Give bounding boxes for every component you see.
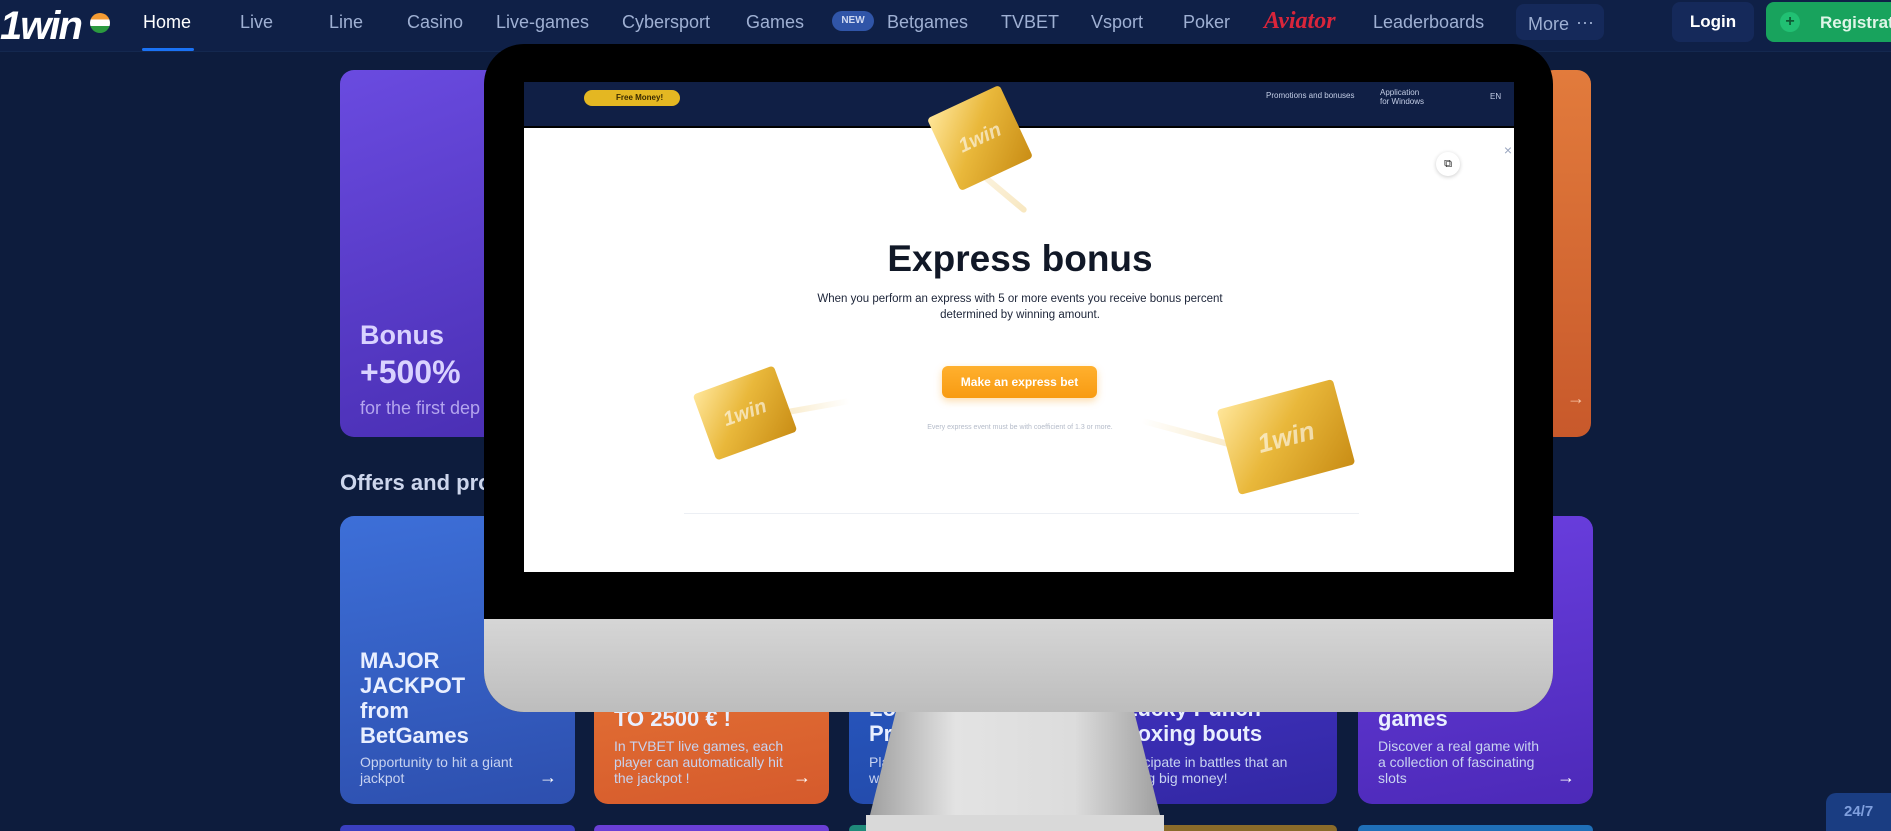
arrow-right-icon: → (1557, 767, 1575, 787)
nav-cybersport[interactable]: Cybersport (622, 12, 710, 33)
nav-home[interactable]: Home (143, 12, 191, 33)
monitor-stand (866, 712, 1164, 831)
india-flag-icon[interactable] (90, 13, 110, 33)
nav-casino[interactable]: Casino (407, 12, 463, 33)
active-tab-indicator (142, 48, 194, 51)
arrow-right-icon: → (1567, 388, 1585, 408)
nav-leaderboards[interactable]: Leaderboards (1373, 12, 1484, 33)
offers-section-title: Offers and pro (340, 470, 492, 495)
modal-screen (524, 128, 1514, 572)
plus-icon: + (1780, 12, 1800, 32)
promo-subtitle: Opportunity to hit a giant jackpot (360, 754, 513, 786)
login-button[interactable]: Login (1672, 2, 1754, 42)
free-money-chip[interactable]: Free Money! (584, 90, 680, 106)
nav-betgames[interactable]: Betgames (887, 12, 968, 33)
nav-vsport[interactable]: Vsport (1091, 12, 1143, 33)
bonus-banner[interactable]: Bonus +500% for the first dep (340, 70, 500, 437)
close-icon[interactable]: × (1500, 142, 1516, 158)
nav-live-games[interactable]: Live-games (496, 12, 589, 33)
inner-site-header: Free Money! Promotions and bonuses Appli… (524, 82, 1514, 126)
next-row-card[interactable] (594, 825, 829, 831)
registration-button[interactable]: + Registration (1766, 2, 1891, 42)
more-button[interactable]: More ··· (1516, 4, 1604, 40)
nav-games[interactable]: Games (746, 12, 804, 33)
nav-poker[interactable]: Poker (1183, 12, 1230, 33)
nav-live[interactable]: Live (240, 12, 273, 33)
modal-divider (684, 513, 1359, 514)
modal-title: Express bonus (887, 238, 1153, 279)
modal-footnote: Every express event must be with coeffic… (927, 424, 1113, 431)
promo-subtitle: Discover a real game with a collection o… (1378, 738, 1540, 786)
inner-language-selector[interactable]: EN (1490, 92, 1501, 101)
nav-line[interactable]: Line (329, 12, 363, 33)
arrow-right-icon: → (793, 767, 811, 787)
promo-subtitle: In TVBET live games, each player can aut… (614, 738, 784, 786)
nav-tvbet[interactable]: TVBET (1001, 12, 1059, 33)
monitor-stand-foot (866, 815, 1164, 831)
next-row-card[interactable] (340, 825, 575, 831)
support-chat-button[interactable]: 24/7 (1826, 793, 1891, 831)
inner-promotions-link[interactable]: Promotions and bonuses (1266, 91, 1355, 100)
new-badge: NEW (832, 11, 874, 31)
more-label: More (1528, 14, 1570, 34)
arrow-right-icon: → (539, 767, 557, 787)
registration-label: Registration (1820, 13, 1891, 32)
monitor-chin (484, 619, 1553, 712)
modal-description: When you perform an express with 5 or mo… (817, 293, 1223, 321)
more-dots-icon: ··· (1576, 12, 1594, 32)
bonus-subtitle: for the first dep (360, 398, 481, 418)
inner-app-line1: Application (1380, 88, 1420, 97)
make-express-bet-button[interactable]: Make an express bet (942, 366, 1097, 398)
bonus-value: +500% (360, 354, 461, 390)
inner-app-line2: for Windows (1380, 97, 1425, 106)
bonus-title: Bonus (360, 320, 444, 350)
logo[interactable]: 1win (0, 4, 83, 49)
copy-icon[interactable]: ⧉ (1436, 152, 1460, 176)
nav-aviator[interactable]: Aviator (1264, 8, 1336, 35)
next-row-card[interactable] (1358, 825, 1593, 831)
inner-app-download[interactable]: Application for Windows (1380, 88, 1424, 106)
